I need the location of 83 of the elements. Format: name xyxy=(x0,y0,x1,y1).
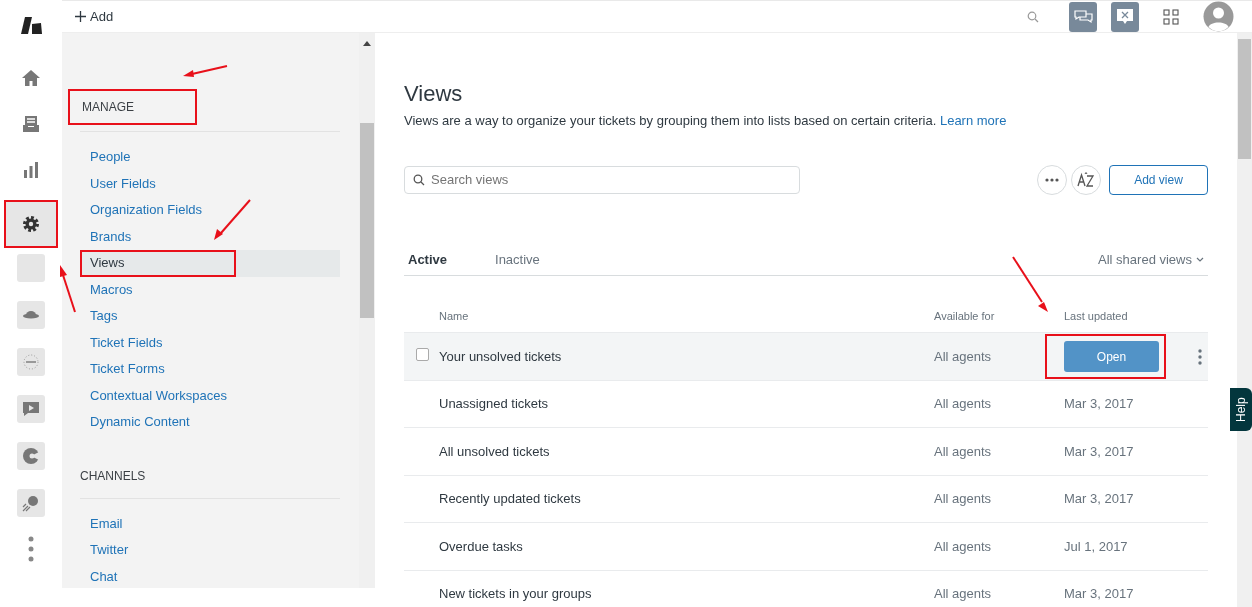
table-cell-text: Mar 3, 2017 xyxy=(1064,490,1134,509)
table-cell: All agents xyxy=(934,443,992,459)
column-header: Name xyxy=(439,310,469,323)
search-field[interactable]: Search views xyxy=(404,165,800,194)
table-cell: All agents xyxy=(934,538,992,554)
sidebar-item[interactable]: People xyxy=(80,144,340,171)
sidebar-item[interactable]: User Fields xyxy=(80,170,340,197)
sidebar-item[interactable]: Ticket Fields xyxy=(80,329,340,356)
view-name: Your unsolved tickets xyxy=(439,348,562,364)
column-header: Available for xyxy=(934,310,995,323)
tab[interactable]: Inactive xyxy=(491,249,544,270)
pie-chart-icon[interactable] xyxy=(21,446,41,466)
checkbox[interactable] xyxy=(416,347,429,361)
avatar-icon[interactable] xyxy=(1203,1,1234,32)
kebab-menu-icon[interactable] xyxy=(1198,348,1202,365)
add-button[interactable]: Add xyxy=(74,5,115,28)
sidebar-item[interactable]: Macros xyxy=(80,276,340,303)
settings-icon xyxy=(21,214,41,234)
add-view-button[interactable]: Add view xyxy=(1109,164,1208,195)
sort-alpha-icon xyxy=(1077,171,1095,188)
sidebar-item[interactable]: Dynamic Content xyxy=(80,409,340,436)
annotation-arrow xyxy=(183,65,228,77)
table-cell-text: Mar 3, 2017 xyxy=(1064,442,1134,461)
open-button[interactable]: Open xyxy=(1064,341,1159,373)
tab[interactable]: Active xyxy=(404,249,452,270)
sidebar-item[interactable]: Brands xyxy=(80,223,340,250)
table-cell-text: Mar 3, 2017 xyxy=(1064,585,1134,604)
learn-more-link[interactable]: Learn more xyxy=(939,113,1007,129)
filter-dropdown[interactable]: All shared views xyxy=(1094,249,1208,270)
chat-icon[interactable] xyxy=(1069,1,1097,32)
search-icon[interactable] xyxy=(1027,10,1039,23)
scroll-up-icon[interactable] xyxy=(363,41,371,46)
sidebar-item[interactable]: Ticket Forms xyxy=(80,356,340,383)
page-title: Views xyxy=(404,81,464,108)
table-row[interactable]: Recently updated tickets All agents Mar 3, 2017 xyxy=(404,475,1208,524)
view-name: Unassigned tickets xyxy=(439,396,549,412)
comet-icon[interactable] xyxy=(21,493,41,513)
table-cell: All agents xyxy=(934,586,992,602)
table-cell: All agents xyxy=(934,348,992,364)
table-row[interactable]: Overdue tasks All agents Jul 1, 2017 xyxy=(404,523,1208,571)
sidebar-item[interactable]: Twitter xyxy=(80,537,340,564)
sidebar-item[interactable]: Contextual Workspaces xyxy=(80,382,340,409)
sidebar-item[interactable]: Tags xyxy=(80,303,340,330)
column-header: Last updated xyxy=(1064,310,1128,323)
sidebar-item[interactable]: Views xyxy=(80,250,340,277)
table-row[interactable]: Your unsolved tickets All agents Open xyxy=(404,333,1208,381)
logo-icon[interactable] xyxy=(19,16,43,36)
help-tab[interactable]: Help xyxy=(1230,388,1252,431)
close-chat-icon[interactable] xyxy=(1111,1,1139,32)
more-icon xyxy=(1045,177,1059,182)
annotation-arrow xyxy=(1012,256,1048,312)
view-name: New tickets in your groups xyxy=(439,586,592,602)
table-cell-text: Mar 3, 2017 xyxy=(1064,395,1134,414)
scrollbar-thumb[interactable] xyxy=(1238,39,1251,159)
section-heading: MANAGE xyxy=(68,89,197,125)
table-row[interactable]: All unsolved tickets All agents Mar 3, 2017 xyxy=(404,428,1208,476)
view-name: All unsolved tickets xyxy=(439,443,550,459)
sort-button[interactable] xyxy=(1071,164,1101,195)
bar-chart-icon xyxy=(21,160,41,180)
annotation-arrow xyxy=(214,199,251,240)
view-name: Recently updated tickets xyxy=(439,491,581,507)
more-icon[interactable] xyxy=(28,536,34,562)
scrollbar-thumb[interactable] xyxy=(360,123,374,318)
chevron-down-icon xyxy=(1196,257,1204,263)
description-text: Views are a way to organize your tickets by grouping them into lists based on certain criteria. Learn more xyxy=(404,112,1008,131)
dotted-badge-icon[interactable] xyxy=(21,352,41,372)
apps-grid-icon[interactable] xyxy=(1163,8,1179,25)
nav-item[interactable] xyxy=(4,200,58,248)
plus-icon xyxy=(75,11,86,22)
view-name: Overdue tasks xyxy=(439,538,523,554)
table-cell-text: Jul 1, 2017 xyxy=(1064,537,1128,556)
table-row[interactable]: Unassigned tickets All agents Mar 3, 2017 xyxy=(404,380,1208,429)
section-heading: CHANNELS xyxy=(79,467,147,485)
table-cell: All agents xyxy=(934,396,992,412)
sidebar-item[interactable]: Email xyxy=(80,510,340,537)
sidebar-item[interactable]: Chat xyxy=(80,563,340,590)
video-chat-icon[interactable] xyxy=(21,399,41,419)
annotation-arrow xyxy=(60,265,76,313)
sidebar-item[interactable]: Organization Fields xyxy=(80,197,340,224)
table-cell: All agents xyxy=(934,491,992,507)
home-icon xyxy=(21,68,41,88)
inbox-icon xyxy=(21,114,41,134)
table-row[interactable]: New tickets in your groups All agents Mar 3, 2017 xyxy=(404,570,1208,607)
